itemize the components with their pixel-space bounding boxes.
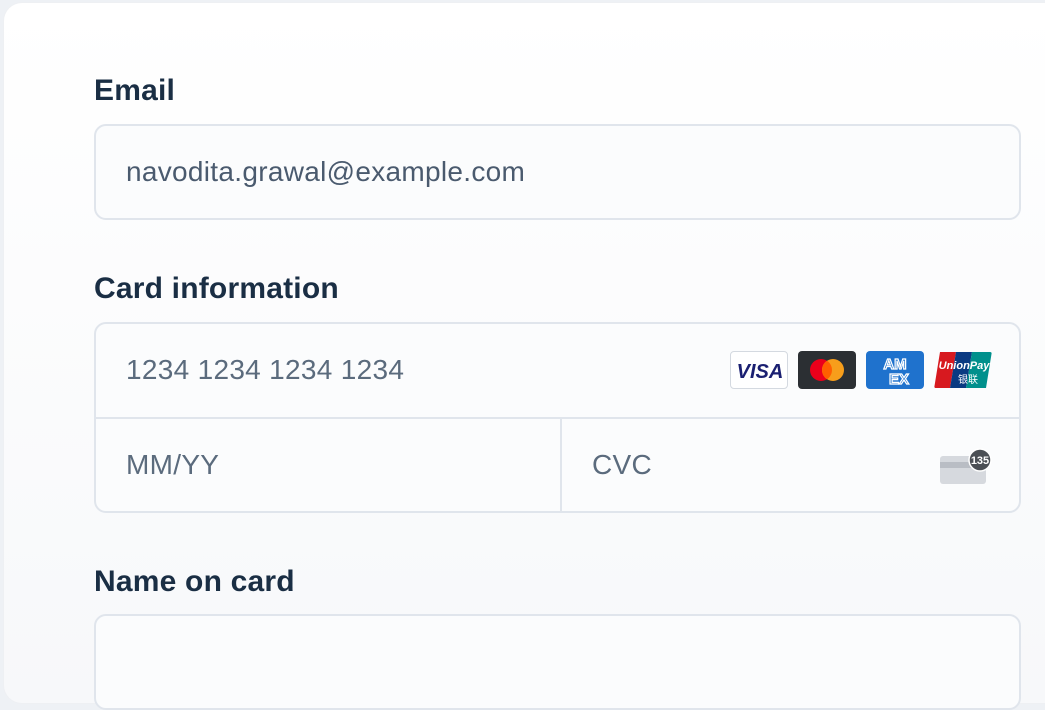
name-on-card-label: Name on card (94, 565, 295, 598)
card-information-label: Card information (94, 272, 339, 305)
expiry-placeholder: MM/YY (126, 449, 220, 480)
amex-text-bottom: EX (889, 371, 909, 388)
email-value: navodita.grawal@example.com (126, 156, 526, 187)
unionpay-text-top: UnionPay (939, 360, 991, 372)
cvc-field[interactable]: CVC 135 (562, 419, 1019, 511)
amex-icon: AM EX (866, 351, 924, 389)
unionpay-icon: UnionPay 银联 (934, 351, 992, 389)
visa-text: VISA (737, 361, 784, 383)
expiry-field[interactable]: MM/YY (96, 419, 560, 511)
email-label: Email (94, 74, 176, 107)
email-field[interactable]: navodita.grawal@example.com (94, 124, 1021, 220)
cvc-card-icon: 135 (938, 448, 994, 486)
card-information-group: 1234 1234 1234 1234 VISA AM EX UnionPay … (94, 322, 1021, 513)
cvc-placeholder: CVC (592, 449, 653, 480)
card-number-placeholder: 1234 1234 1234 1234 (126, 354, 405, 385)
unionpay-text-bottom: 银联 (958, 373, 978, 386)
card-number-field[interactable]: 1234 1234 1234 1234 VISA AM EX UnionPay … (96, 324, 1019, 417)
cvc-hint-digits: 135 (971, 455, 989, 467)
name-on-card-field[interactable] (94, 614, 1021, 710)
visa-icon: VISA (730, 351, 788, 389)
mastercard-icon (798, 351, 856, 389)
